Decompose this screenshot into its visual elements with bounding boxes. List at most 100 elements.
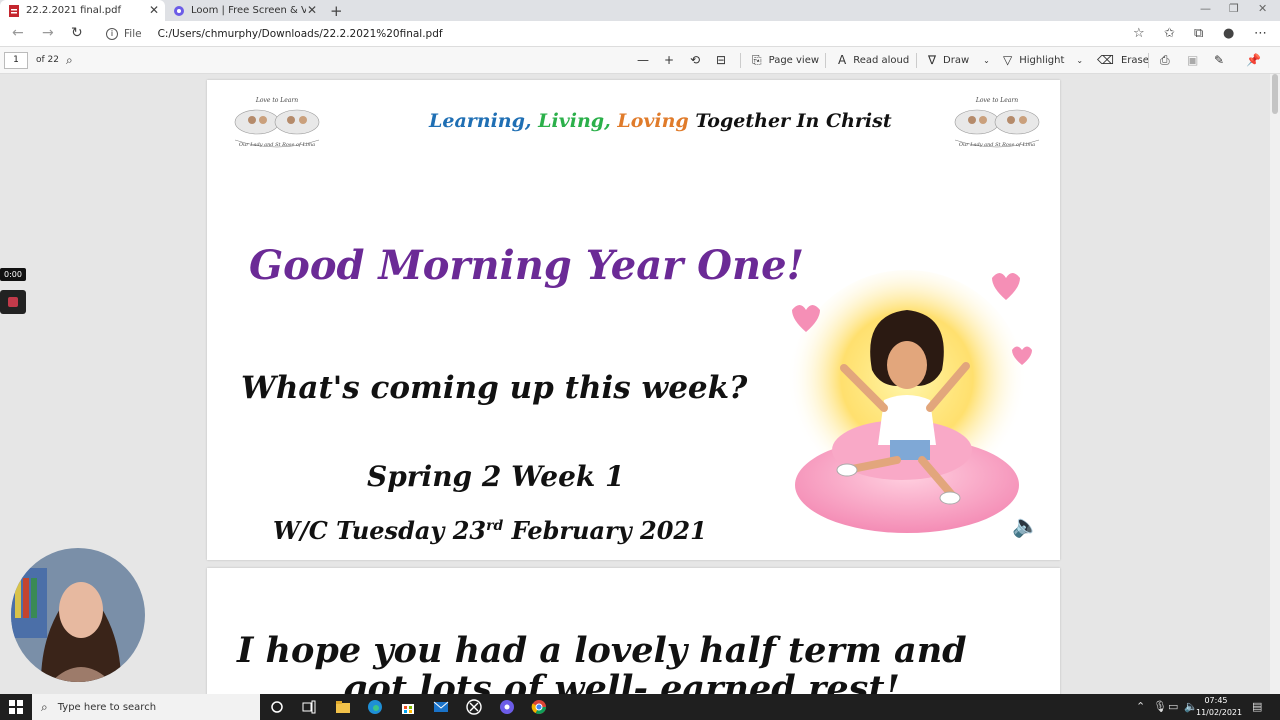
tab-loom[interactable]: Loom | Free Screen & Video Rec ✕ — [165, 0, 323, 21]
read-aloud-icon: A — [838, 53, 847, 67]
restore-icon[interactable]: ❐ — [1229, 2, 1239, 15]
read-aloud-label: Read aloud — [853, 54, 910, 66]
windows-start-icon[interactable] — [8, 699, 24, 715]
vertical-scrollbar[interactable] — [1270, 74, 1280, 694]
refresh-icon[interactable]: ↻ — [71, 25, 83, 41]
pdf-toolbar: 1 of 22 ⌕ — + ⟲ ⊟ ⎘ Page view A Read aloud… — [0, 47, 1280, 74]
xbox-icon[interactable] — [466, 699, 482, 715]
chevron-down-icon[interactable]: ⌄ — [983, 56, 990, 65]
bitmoji-avatar-illustration — [787, 270, 1032, 533]
highlight-icon: ▽ — [1003, 53, 1013, 67]
zoom-in-icon[interactable]: + — [664, 53, 681, 67]
info-icon[interactable]: i — [106, 28, 118, 40]
draw-icon: ∇ — [928, 53, 937, 67]
loom-stop-button[interactable] — [0, 290, 26, 314]
school-logo: Love to Learn Our Lady and St Rose of Li… — [954, 97, 1040, 148]
loom-timer: 0:00 — [0, 268, 26, 281]
save-icon[interactable]: ▣ — [1187, 53, 1205, 67]
svg-text:Love to Learn: Love to Learn — [975, 97, 1018, 104]
favorites-icon[interactable]: ✩ — [1164, 26, 1175, 41]
speaker-icon[interactable]: 🔈 — [1012, 514, 1039, 539]
rotate-icon[interactable]: ⟲ — [690, 53, 707, 67]
microphone-icon[interactable]: 🎙 — [1153, 700, 1167, 713]
page-view-label: Page view — [768, 55, 820, 66]
loom-taskbar-icon[interactable] — [499, 699, 515, 715]
profile-icon[interactable]: ● — [1223, 26, 1234, 41]
draw-button[interactable]: ∇ Draw ⌄ — [928, 53, 990, 67]
collections-icon[interactable]: ⧉ — [1194, 26, 1203, 41]
clock-date: 11/02/2021 — [1196, 708, 1243, 717]
store-icon[interactable] — [400, 699, 416, 715]
pin-toolbar-icon[interactable]: 📌 — [1246, 53, 1268, 67]
pdf-page-2: I hope you had a lovely half term and go… — [207, 568, 1060, 694]
close-tab-icon[interactable]: ✕ — [149, 3, 159, 17]
task-view-icon[interactable] — [301, 699, 317, 715]
motto-word-loving: Loving — [617, 110, 689, 132]
fit-page-icon[interactable]: ⊟ — [716, 53, 733, 67]
motto-word-living: Living, — [538, 110, 611, 132]
search-icon[interactable]: ⌕ — [66, 53, 80, 68]
week-commencing: W/C Tuesday 23rd February 2021 — [273, 516, 707, 545]
divider — [916, 53, 917, 68]
tab-pdf[interactable]: 22.2.2021 final.pdf ✕ — [0, 0, 165, 21]
clock-time: 07:45 — [1204, 696, 1228, 705]
system-clock[interactable]: 07:45 11/02/2021 — [1196, 695, 1243, 719]
minimize-icon[interactable]: — — [1200, 2, 1211, 15]
page-view-icon: ⎘ — [752, 53, 762, 67]
school-logo: Love to Learn Our Lady and St Rose of Li… — [234, 97, 320, 148]
edge-icon[interactable] — [367, 699, 383, 715]
new-tab-icon[interactable]: + — [330, 2, 343, 20]
save-as-icon[interactable]: ✎ — [1214, 53, 1231, 67]
term-week: Spring 2 Week 1 — [367, 460, 625, 493]
show-hidden-icons-icon[interactable]: ⌃ — [1136, 700, 1145, 713]
notifications-icon[interactable]: ▤ — [1252, 700, 1262, 713]
tab-title: 22.2.2021 final.pdf — [26, 5, 122, 16]
print-icon[interactable]: ⎙ — [1160, 53, 1177, 68]
wc-prefix: W/C Tuesday 23 — [273, 516, 487, 545]
chrome-icon[interactable] — [531, 699, 547, 715]
zoom-out-icon[interactable]: — — [637, 53, 656, 67]
slide2-text-line2: got lots of well- earned rest! — [343, 668, 900, 694]
divider — [825, 53, 826, 68]
page-view-button[interactable]: ⎘ Page view — [752, 53, 819, 68]
school-motto: Learning, Living, Loving Together In Chr… — [429, 110, 892, 132]
highlight-button[interactable]: ▽ Highlight ⌄ — [1003, 53, 1083, 67]
url-text: C:/Users/chmurphy/Downloads/22.2.2021%20… — [157, 28, 443, 40]
erase-button[interactable]: ⌫ Erase — [1097, 53, 1149, 67]
back-icon[interactable]: ← — [12, 25, 24, 41]
page-number-input[interactable]: 1 — [4, 52, 28, 69]
cortana-icon[interactable] — [269, 699, 285, 715]
greeting-heading: Good Morning Year One! — [249, 242, 805, 289]
motto-rest: Together In Christ — [695, 110, 892, 132]
scrollbar-thumb[interactable] — [1272, 74, 1278, 114]
file-explorer-icon[interactable] — [335, 699, 351, 715]
favorite-add-icon[interactable]: ☆ — [1133, 26, 1145, 41]
read-aloud-button[interactable]: A Read aloud — [838, 53, 909, 67]
stop-icon — [8, 297, 18, 307]
eraser-icon: ⌫ — [1097, 53, 1114, 67]
url-field[interactable]: i File C:/Users/chmurphy/Downloads/22.2.… — [100, 24, 1130, 44]
chevron-down-icon[interactable]: ⌄ — [1076, 56, 1083, 65]
more-icon[interactable]: ⋯ — [1254, 26, 1267, 41]
svg-text:Our Lady and St Rose of Lima: Our Lady and St Rose of Lima — [959, 142, 1035, 148]
svg-text:Our Lady and St Rose of Lima: Our Lady and St Rose of Lima — [239, 142, 315, 148]
tab-title: Loom | Free Screen & Video Rec — [191, 5, 306, 16]
close-tab-icon[interactable]: ✕ — [307, 3, 317, 17]
motto-word-learning: Learning, — [429, 110, 532, 132]
search-icon: ⌕ — [41, 699, 48, 714]
address-bar: ← → ↻ i File C:/Users/chmurphy/Downloads… — [0, 21, 1280, 47]
mail-icon[interactable] — [433, 699, 449, 715]
network-icon[interactable]: ▭ — [1168, 700, 1178, 713]
windows-taskbar: ⌕ Type here to search ⌃ 🎙 ▭ 🔈 07:45 11/0… — [0, 694, 1280, 720]
pdf-page-1: Love to Learn Our Lady and St Rose of Li… — [207, 80, 1060, 560]
forward-icon[interactable]: → — [42, 25, 54, 41]
close-window-icon[interactable]: ✕ — [1258, 2, 1267, 15]
webcam-bubble[interactable] — [11, 548, 145, 682]
search-placeholder: Type here to search — [57, 701, 157, 713]
taskbar-search-box[interactable]: ⌕ Type here to search — [32, 694, 260, 720]
divider — [1148, 53, 1149, 68]
pdf-viewer[interactable]: Love to Learn Our Lady and St Rose of Li… — [0, 74, 1280, 694]
week-question: What's coming up this week? — [241, 370, 748, 406]
page-count: of 22 — [36, 55, 59, 65]
draw-label: Draw — [943, 54, 970, 66]
